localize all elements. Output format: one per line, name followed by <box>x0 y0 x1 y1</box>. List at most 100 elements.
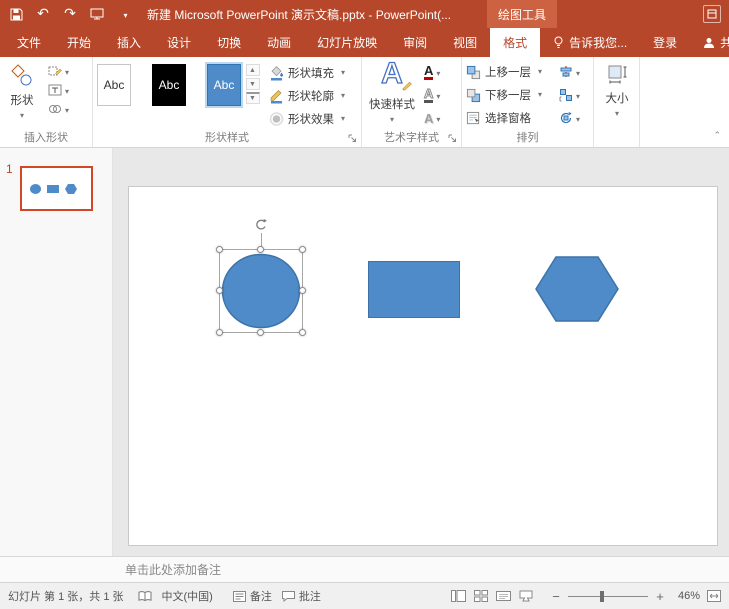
spellcheck-button[interactable] <box>138 591 152 602</box>
size-button[interactable]: 大小 <box>597 57 637 120</box>
reading-view-button[interactable] <box>496 590 511 602</box>
shape-styles-dialog-launcher[interactable] <box>348 134 357 143</box>
bring-forward-button[interactable]: 上移一层 <box>466 63 542 81</box>
shape-style-preset-1[interactable]: Abc <box>97 64 131 106</box>
view-switcher <box>451 590 533 602</box>
shape-outline-button[interactable]: 形状轮廓 <box>269 86 345 105</box>
group-label-shape-styles: 形状样式 <box>93 129 361 145</box>
slide-number: 1 <box>6 162 13 176</box>
save-icon <box>10 8 23 21</box>
caret-icon <box>615 108 619 120</box>
tab-design[interactable]: 设计 <box>154 28 204 57</box>
undo-icon: ↶ <box>37 5 49 23</box>
wordart-dialog-launcher[interactable] <box>448 134 457 143</box>
notes-pane[interactable]: 单击此处添加备注 <box>0 556 729 582</box>
text-effects-button[interactable]: A <box>424 109 440 127</box>
zoom-level[interactable]: 46% <box>672 590 700 602</box>
rotation-handle[interactable] <box>254 218 268 232</box>
zoom-slider-thumb[interactable] <box>600 591 604 602</box>
save-button[interactable] <box>7 4 25 24</box>
ribbon: 形状 插入形状 Abc Abc Abc ▲ ▼ ▼ <box>0 57 729 148</box>
resize-handle-w[interactable] <box>216 287 223 294</box>
resize-handle-n[interactable] <box>257 246 264 253</box>
title-bar: ↶ ↷ 新建 Microsoft PowerPoint 演示文稿.pptx - … <box>0 0 729 28</box>
caret-icon <box>436 87 440 103</box>
resize-handle-se[interactable] <box>299 329 306 336</box>
caret-icon <box>436 110 440 126</box>
caret-icon <box>538 66 542 78</box>
shape-fill-button[interactable]: 形状填充 <box>269 63 345 82</box>
align-button[interactable] <box>559 63 580 81</box>
caret-icon <box>576 64 580 80</box>
edit-shape-button[interactable] <box>48 62 69 79</box>
group-objects-button[interactable] <box>559 86 580 104</box>
sign-in-button[interactable]: 登录 <box>640 28 690 57</box>
shape-effects-button[interactable]: 形状效果 <box>269 109 345 128</box>
tab-review[interactable]: 审阅 <box>390 28 440 57</box>
ribbon-display-options-icon <box>707 9 717 19</box>
size-label: 大小 <box>606 90 629 106</box>
tab-file[interactable]: 文件 <box>4 28 54 57</box>
main-area: 1 <box>0 148 729 556</box>
tab-slideshow[interactable]: 幻灯片放映 <box>304 28 390 57</box>
text-box-button[interactable] <box>48 81 69 98</box>
tab-transitions[interactable]: 切换 <box>204 28 254 57</box>
resize-handle-ne[interactable] <box>299 246 306 253</box>
text-effects-icon: A <box>424 112 433 125</box>
slide-sorter-icon <box>474 590 488 602</box>
tab-home[interactable]: 开始 <box>54 28 104 57</box>
shape-style-preset-2[interactable]: Abc <box>152 64 186 106</box>
quick-styles-button[interactable]: A 快速样式 <box>368 57 416 126</box>
tab-animations[interactable]: 动画 <box>254 28 304 57</box>
redo-button[interactable]: ↷ <box>61 4 79 24</box>
caret-icon <box>65 101 69 117</box>
language-indicator[interactable]: 中文(中国) <box>162 588 213 604</box>
ribbon-display-options-button[interactable] <box>703 5 721 23</box>
resize-handle-sw[interactable] <box>216 329 223 336</box>
caret-icon <box>390 114 394 126</box>
rectangle-shape[interactable] <box>368 261 460 318</box>
tab-insert[interactable]: 插入 <box>104 28 154 57</box>
shape-effects-label: 形状效果 <box>288 111 334 127</box>
caret-icon <box>123 6 127 22</box>
collapse-ribbon-icon[interactable]: ⌃ <box>713 130 721 141</box>
rotate-objects-button[interactable] <box>559 109 580 127</box>
gallery-up-button[interactable]: ▲ <box>246 64 260 76</box>
text-fill-button[interactable]: A <box>424 63 440 81</box>
undo-button[interactable]: ↶ <box>34 4 52 24</box>
tab-format[interactable]: 格式 <box>490 28 540 57</box>
customize-qat-button[interactable] <box>115 4 133 24</box>
gallery-down-button[interactable]: ▼ <box>246 78 260 90</box>
comments-toggle[interactable]: 批注 <box>282 588 321 604</box>
slideshow-view-button[interactable] <box>519 590 533 602</box>
slide-thumbnail-1[interactable] <box>20 166 93 211</box>
reading-view-icon <box>496 590 511 602</box>
resize-handle-e[interactable] <box>299 287 306 294</box>
text-outline-button[interactable]: A <box>424 86 440 104</box>
merge-shapes-button[interactable] <box>48 100 69 117</box>
comments-toggle-label: 批注 <box>299 588 321 604</box>
zoom-slider[interactable] <box>568 596 648 597</box>
normal-view-button[interactable] <box>451 590 466 602</box>
tell-me-box[interactable]: 告诉我您... <box>540 28 640 57</box>
resize-handle-nw[interactable] <box>216 246 223 253</box>
shapes-icon <box>10 63 34 87</box>
zoom-out-button[interactable]: − <box>551 589 561 604</box>
shape-style-preset-3-selected[interactable]: Abc <box>207 64 241 106</box>
send-backward-button[interactable]: 下移一层 <box>466 86 542 104</box>
slide-sorter-view-button[interactable] <box>474 590 488 602</box>
start-slideshow-button[interactable] <box>88 4 106 24</box>
hexagon-shape[interactable] <box>535 256 619 322</box>
lightbulb-icon <box>553 36 564 49</box>
gallery-more-button[interactable]: ▼ <box>246 92 260 104</box>
share-button[interactable]: 共享 <box>690 28 729 57</box>
zoom-in-button[interactable]: + <box>655 589 665 604</box>
notes-toggle[interactable]: 备注 <box>233 588 272 604</box>
resize-handle-s[interactable] <box>257 329 264 336</box>
slide-surface[interactable] <box>128 186 718 546</box>
fit-to-window-button[interactable] <box>707 590 721 602</box>
tab-view[interactable]: 视图 <box>440 28 490 57</box>
shapes-button[interactable]: 形状 <box>2 57 42 122</box>
selection-pane-button[interactable]: 选择窗格 <box>466 109 531 127</box>
slide-thumbnail-panel: 1 <box>0 148 113 556</box>
